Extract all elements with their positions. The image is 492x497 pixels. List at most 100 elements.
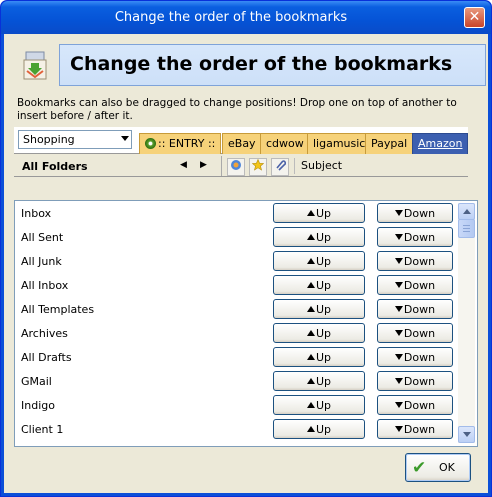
move-down-button[interactable]: Down xyxy=(377,299,453,319)
vertical-scrollbar[interactable] xyxy=(458,203,475,443)
ok-button-label: OK xyxy=(439,461,455,474)
grip-line xyxy=(463,225,470,226)
up-arrow-icon xyxy=(306,354,315,360)
down-arrow-icon xyxy=(394,354,403,360)
folder-row[interactable]: Client 1 Up Down xyxy=(15,419,455,443)
down-arrow-icon xyxy=(394,258,403,264)
up-arrow-icon xyxy=(306,426,315,432)
move-down-button[interactable]: Down xyxy=(377,251,453,271)
move-down-button[interactable]: Down xyxy=(377,371,453,391)
folder-row[interactable]: All Junk Up Down xyxy=(15,251,455,275)
up-arrow-icon xyxy=(306,402,315,408)
divider xyxy=(221,156,222,176)
move-up-button[interactable]: Up xyxy=(273,203,365,223)
move-down-button[interactable]: Down xyxy=(377,227,453,247)
bookmark-tab-ebay[interactable]: eBay xyxy=(222,133,262,154)
bookmark-tab-cdwow[interactable]: cdwow xyxy=(260,133,310,154)
down-button-label: Down xyxy=(403,255,436,268)
prev-arrow-icon[interactable]: ◀ xyxy=(180,160,187,170)
window-title: Change the order of the bookmarks xyxy=(114,10,348,25)
bookmark-tab-ligamusic[interactable]: ligamusic xyxy=(307,133,372,154)
move-down-button[interactable]: Down xyxy=(377,395,453,415)
folder-row-label: All Junk xyxy=(21,255,62,268)
up-arrow-icon xyxy=(306,234,315,240)
up-button-label: Up xyxy=(315,423,332,436)
folder-row-label: All Drafts xyxy=(21,351,72,364)
move-up-button[interactable]: Up xyxy=(273,227,365,247)
down-arrow-icon xyxy=(394,210,403,216)
move-down-button[interactable]: Down xyxy=(377,347,453,367)
down-button-label: Down xyxy=(403,399,436,412)
folder-row[interactable]: Archives Up Down xyxy=(15,323,455,347)
star-icon[interactable] xyxy=(249,158,267,176)
close-button[interactable]: ✕ xyxy=(464,7,485,28)
folder-row-label: Client 1 xyxy=(21,423,64,436)
folder-row[interactable]: All Sent Up Down xyxy=(15,227,455,251)
page-title: Change the order of the bookmarks xyxy=(70,53,453,75)
thread-icon[interactable] xyxy=(227,158,245,176)
scroll-down-icon xyxy=(463,432,471,437)
all-folders-label: All Folders xyxy=(22,160,88,173)
folder-row[interactable]: All Drafts Up Down xyxy=(15,347,455,371)
attachment-icon[interactable] xyxy=(271,158,289,176)
folder-row-label: All Inbox xyxy=(21,279,69,292)
up-arrow-icon xyxy=(306,210,315,216)
up-arrow-icon xyxy=(306,282,315,288)
move-up-button[interactable]: Up xyxy=(273,251,365,271)
folder-row[interactable]: All Templates Up Down xyxy=(15,299,455,323)
scroll-thumb[interactable] xyxy=(458,219,475,238)
move-down-button[interactable]: Down xyxy=(377,203,453,223)
up-button-label: Up xyxy=(315,279,332,292)
title-bar[interactable]: Change the order of the bookmarks ✕ xyxy=(1,1,491,34)
move-up-button[interactable]: Up xyxy=(273,347,365,367)
folder-nav-row: All Folders ◀ ▶ Subject xyxy=(14,156,468,177)
folder-row-label: All Templates xyxy=(21,303,95,316)
subject-column-header[interactable]: Subject xyxy=(294,158,461,174)
folder-row[interactable]: GMail Up Down xyxy=(15,371,455,395)
next-arrow-icon[interactable]: ▶ xyxy=(200,160,207,170)
scroll-up-icon xyxy=(463,209,471,214)
folder-row[interactable]: Inbox Up Down xyxy=(15,203,455,227)
down-arrow-icon xyxy=(394,234,403,240)
ok-button[interactable]: ✔ OK xyxy=(405,453,471,482)
down-arrow-icon xyxy=(394,282,403,288)
chevron-down-icon xyxy=(121,136,129,141)
up-arrow-icon xyxy=(306,378,315,384)
bookmark-tab-amazon[interactable]: Amazon xyxy=(412,133,469,154)
checkmark-icon: ✔ xyxy=(412,458,427,478)
folder-list-panel: Inbox Up Down All Sent Up Down All Junk Up Down A… xyxy=(14,200,478,447)
entry-icon xyxy=(145,138,156,149)
bookmark-order-icon xyxy=(22,51,48,81)
up-button-label: Up xyxy=(315,375,332,388)
down-arrow-icon xyxy=(394,378,403,384)
dialog-client: Change the order of the bookmarks Bookma… xyxy=(4,34,488,493)
move-up-button[interactable]: Up xyxy=(273,323,365,343)
bookmark-tab-entry[interactable]: :: ENTRY :: xyxy=(139,133,222,154)
header-banner: Change the order of the bookmarks xyxy=(59,44,486,86)
bookmark-tab-label: :: ENTRY :: xyxy=(158,137,216,150)
down-button-label: Down xyxy=(403,303,436,316)
down-arrow-icon xyxy=(394,426,403,432)
move-up-button[interactable]: Up xyxy=(273,395,365,415)
move-down-button[interactable]: Down xyxy=(377,275,453,295)
move-up-button[interactable]: Up xyxy=(273,419,365,439)
bookmark-tab-paypal[interactable]: Paypal xyxy=(365,133,414,154)
down-button-label: Down xyxy=(403,351,436,364)
up-arrow-icon xyxy=(306,330,315,336)
down-button-label: Down xyxy=(403,231,436,244)
move-down-button[interactable]: Down xyxy=(377,323,453,343)
scroll-down-button[interactable] xyxy=(458,426,475,443)
move-down-button[interactable]: Down xyxy=(377,419,453,439)
down-button-label: Down xyxy=(403,279,436,292)
info-text: Bookmarks can also be dragged to change … xyxy=(17,97,457,122)
up-button-label: Up xyxy=(315,207,332,220)
scroll-up-button[interactable] xyxy=(458,203,475,220)
move-up-button[interactable]: Up xyxy=(273,299,365,319)
folder-select[interactable]: Shopping xyxy=(18,130,132,149)
down-arrow-icon xyxy=(394,330,403,336)
move-up-button[interactable]: Up xyxy=(273,275,365,295)
down-button-label: Down xyxy=(403,423,436,436)
folder-row[interactable]: Indigo Up Down xyxy=(15,395,455,419)
move-up-button[interactable]: Up xyxy=(273,371,365,391)
folder-row[interactable]: All Inbox Up Down xyxy=(15,275,455,299)
